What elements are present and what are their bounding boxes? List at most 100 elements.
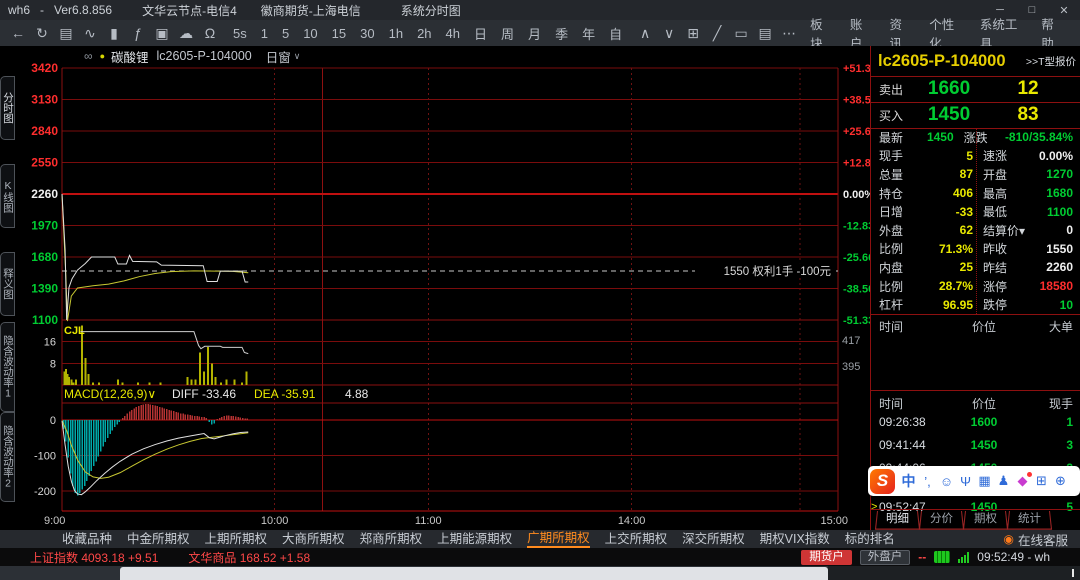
window-mode-select[interactable]: 日窗 [266,47,291,66]
view-tab-2[interactable]: K线图 [0,164,15,228]
insert-indicator-icon[interactable]: ⊞ [681,21,705,46]
exchange-tab-深交所期权[interactable]: 深交所期权 [682,531,745,547]
instrument-code: lc2605-P-104000 [156,49,252,63]
online-service-button[interactable]: ◉ 在线客服 [1004,530,1069,549]
period-button-周[interactable]: 周 [494,24,521,43]
sogou-logo-icon[interactable]: S [870,468,895,494]
svg-text:14:00: 14:00 [618,515,646,527]
exchange-tab-郑商所期权[interactable]: 郑商所期权 [360,531,423,547]
overseas-account-button[interactable]: 外盘户 [859,549,911,565]
period-button-15[interactable]: 15 [325,26,353,41]
stat-value: 0.00% [1038,148,1073,163]
period-button-4h[interactable]: 4h [439,26,467,41]
exchange-tab-上交所期权[interactable]: 上交所期权 [605,531,668,547]
period-button-年[interactable]: 年 [575,24,602,43]
ime-emoji-icon[interactable]: ☺ [937,474,956,489]
ime-chinese-mode-icon[interactable]: 中 [899,471,918,491]
view-tab-5[interactable]: 隐含波动率2 [0,412,15,502]
stat-label: 内盘 [879,260,904,275]
period-button-自[interactable]: 自 [602,24,629,43]
stat-label: 杠杆 [879,298,904,313]
market-monitor-icon[interactable] [934,551,951,563]
tick-line-icon[interactable]: ∿ [78,21,102,46]
pip-window-icon[interactable]: ▣ [150,21,174,46]
stat-value: 5 [966,148,973,163]
period-button-1h[interactable]: 1h [382,26,410,41]
ime-toolbox-icon[interactable]: ⊞ [1032,473,1051,489]
exchange-tab-期权VIX指数[interactable]: 期权VIX指数 [760,531,830,547]
svg-text:-200: -200 [34,486,56,498]
cloud-download-icon[interactable]: ☁ [174,21,198,46]
trade-row[interactable]: 09:41:44 1450 3 [871,435,1080,455]
svg-text:-38.50%: -38.50% [843,284,870,296]
panel-tab-统计[interactable]: 统计 [1009,511,1050,528]
collapse-icon[interactable]: ∧ [633,21,657,46]
t-quote-link[interactable]: >>T型报价 [1026,54,1076,69]
taskbar-pill[interactable] [120,567,828,580]
view-tab-3[interactable]: 释义图 [0,252,15,316]
exchange-tab-收藏品种[interactable]: 收藏品种 [62,531,112,547]
period-button-10[interactable]: 10 [296,26,324,41]
kline-chart-icon[interactable]: ▮ [102,21,126,46]
period-button-1[interactable]: 1 [254,26,275,41]
quote-board-icon[interactable]: ▤ [54,21,78,46]
trade-qty: 1 [1066,415,1073,429]
intraday-chart[interactable]: 3420 +51.33% 3130 +38.50% 2840 +25.66% 2550 +12… [0,46,870,530]
period-button-5s[interactable]: 5s [226,26,254,41]
view-tab-1[interactable]: 分时图 [0,76,15,140]
ime-settings-icon[interactable]: ⊕ [1051,473,1070,489]
draw-line-icon[interactable]: ╱ [705,21,729,46]
layout-icon[interactable]: ▤ [753,21,777,46]
stat-value: 1680 [1046,186,1073,201]
period-button-2h[interactable]: 2h [410,26,438,41]
period-button-5[interactable]: 5 [275,26,296,41]
stat-label: 最高 [983,186,1008,201]
exchange-tab-广期所期权[interactable]: 广期所期权 [527,530,590,548]
ime-account-icon[interactable]: ♟ [994,473,1013,489]
order-flow-icon[interactable]: ƒ [126,21,150,46]
trade-row[interactable]: 09:26:38 1600 1 [871,412,1080,432]
chevron-down-icon[interactable]: ∨ [294,51,301,62]
ime-keyboard-icon[interactable]: ▦ [975,473,994,489]
period-button-月[interactable]: 月 [521,24,548,43]
bid-row[interactable]: 买入 1450 83 [871,102,1080,128]
exchange-tab-上期所期权[interactable]: 上期所期权 [205,531,268,547]
ask-qty: 12 [1017,78,1039,99]
panel-tab-明细[interactable]: 明细 [877,511,918,528]
exchange-tab-标的排名[interactable]: 标的排名 [845,531,895,547]
view-tab-4[interactable]: 隐含波动率1 [0,322,15,412]
trade-price: 1600 [970,415,998,429]
exchange-tab-中金所期权[interactable]: 中金所期权 [127,531,190,547]
more-icon[interactable]: ⋯ [777,21,801,46]
stat-value: 1550 [1046,241,1073,256]
alert-bell-icon[interactable]: Ω [198,21,222,46]
ime-toolbar: S 中’, ☺ Ψ ▦ ♟ ◆ ⊞ ⊕ [868,466,1080,496]
service-label: 在线客服 [1017,533,1068,548]
stat-label[interactable]: 结算价▾ [983,222,1035,239]
quote-title-row: lc2605-P-104000 >>T型报价 [871,46,1080,76]
ime-skin-icon[interactable]: ◆ [1013,472,1032,489]
refresh-icon[interactable]: ↻ [30,21,54,46]
exchange-tab-上期能源期权[interactable]: 上期能源期权 [437,531,512,547]
link-icon[interactable]: ∞ [84,49,93,63]
stat-label: 昨收 [983,242,1008,257]
period-button-季[interactable]: 季 [548,24,575,43]
panel-tab-期权[interactable]: 期权 [965,511,1006,528]
expand-icon[interactable]: ∨ [657,21,681,46]
stat-label: 最新 [879,130,904,145]
back-icon[interactable]: ← [6,21,30,46]
svg-text:DEA -35.91: DEA -35.91 [254,387,316,401]
taskbar-tray[interactable] [828,566,1080,580]
ask-row[interactable]: 卖出 1660 12 [871,76,1080,102]
rect-tool-icon[interactable]: ▭ [729,21,753,46]
ime-punctuation-icon[interactable]: ’, [918,474,937,489]
period-button-30[interactable]: 30 [353,26,381,41]
chart-header: ∞ ● 碳酸锂 lc2605-P-104000 日窗 ∨ [84,47,300,65]
ime-voice-icon[interactable]: Ψ [956,474,975,489]
futures-account-button[interactable]: 期货户 [801,549,852,565]
panel-tab-分价[interactable]: 分价 [921,511,962,528]
os-taskbar[interactable] [0,566,1080,580]
col-time: 时间 [879,396,904,411]
period-button-日[interactable]: 日 [467,24,494,43]
exchange-tab-大商所期权[interactable]: 大商所期权 [282,531,345,547]
